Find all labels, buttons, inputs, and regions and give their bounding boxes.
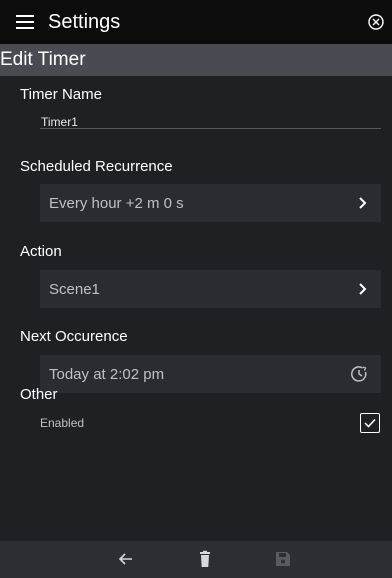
next-occurrence-label: Next Occurence (20, 328, 128, 345)
enabled-label: Enabled (40, 416, 85, 430)
chevron-right-icon (357, 282, 369, 296)
recurrence-row[interactable]: Every hour +2 m 0 s (40, 184, 381, 222)
chevron-right-icon (357, 196, 369, 210)
action-value: Scene1 (49, 281, 100, 298)
recurrence-value: Every hour +2 m 0 s (49, 195, 184, 212)
app-title: Settings (48, 11, 121, 33)
action-row[interactable]: Scene1 (40, 270, 381, 308)
edit-timer-form (0, 76, 392, 541)
close-icon[interactable] (366, 12, 386, 32)
top-app-bar: Settings (0, 0, 392, 44)
trash-icon[interactable] (196, 550, 214, 568)
page-title: Edit Timer (0, 49, 86, 70)
arrow-left-icon[interactable] (117, 550, 135, 568)
timer-name-underline (40, 128, 381, 129)
action-label: Action (20, 243, 62, 260)
clock-icon[interactable] (349, 364, 369, 384)
page-header: Edit Timer (0, 44, 392, 76)
timer-name-label: Timer Name (20, 86, 102, 103)
next-occurrence-row[interactable]: Today at 2:02 pm (40, 355, 381, 393)
recurrence-label: Scheduled Recurrence (20, 158, 173, 175)
bottom-action-bar (0, 541, 392, 578)
menu-icon[interactable] (16, 15, 34, 29)
other-label: Other (20, 386, 58, 403)
enabled-checkbox[interactable] (360, 413, 380, 433)
timer-name-input[interactable]: Timer1 (41, 115, 78, 129)
next-occurrence-value: Today at 2:02 pm (49, 366, 165, 383)
save-icon[interactable] (274, 550, 292, 568)
